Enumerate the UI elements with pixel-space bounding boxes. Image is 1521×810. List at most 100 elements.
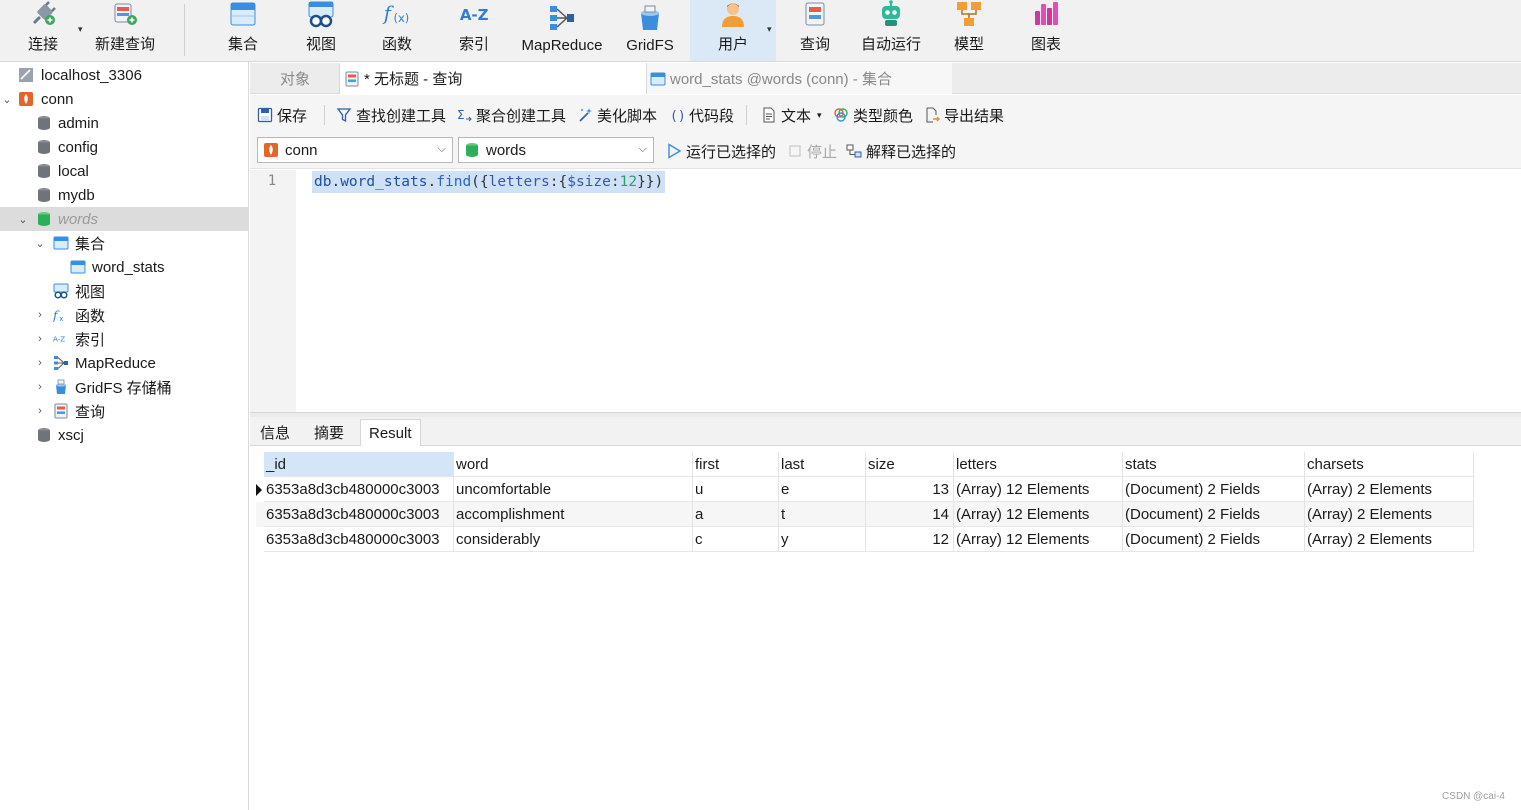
chevron-right-icon[interactable]: › <box>34 405 46 417</box>
column-header-word[interactable]: word <box>454 452 693 477</box>
tree-item-localhost-3306[interactable]: localhost_3306 <box>0 63 248 87</box>
index-button[interactable]: A-Z 索引 <box>451 0 497 61</box>
column-header-charsets[interactable]: charsets <box>1305 452 1474 477</box>
tree-item-word-stats[interactable]: word_stats <box>0 255 248 279</box>
cell-id[interactable]: 6353a8d3cb480000c3003 <box>264 502 454 527</box>
code-line-selected[interactable]: db.word_stats.find({letters:{$size:12}}) <box>312 171 666 193</box>
run-selected-button[interactable]: 运行已选择的 <box>666 140 776 162</box>
cell-word[interactable]: accomplishment <box>454 502 693 527</box>
cell-letters[interactable]: (Array) 12 Elements <box>954 502 1123 527</box>
column-header-last[interactable]: last <box>779 452 866 477</box>
cell-first[interactable]: a <box>693 502 779 527</box>
user-dropdown-icon[interactable]: ▾ <box>767 24 772 35</box>
text-view-button[interactable]: 文本 ▾ <box>761 104 822 126</box>
chevron-right-icon[interactable]: › <box>34 333 46 345</box>
chevron-right-icon[interactable]: › <box>34 381 46 393</box>
collection-button[interactable]: 集合 <box>220 0 266 61</box>
tree-item-mydb[interactable]: mydb <box>0 183 248 207</box>
query-editor[interactable]: 1 db.word_stats.find({letters:{$size:12}… <box>250 170 1521 412</box>
cell-first[interactable]: u <box>693 477 779 502</box>
connect-button[interactable]: 连接 <box>18 0 68 61</box>
cell-last[interactable]: t <box>779 502 866 527</box>
type-color-button[interactable]: 类型颜色 <box>833 104 913 126</box>
tree-item-admin[interactable]: admin <box>0 111 248 135</box>
chart-button[interactable]: 图表 <box>1023 0 1069 61</box>
tree-item-config[interactable]: config <box>0 135 248 159</box>
automation-button[interactable]: 自动运行 <box>858 0 924 61</box>
column-header-id[interactable]: _id <box>264 452 454 477</box>
tab-summary[interactable]: 摘要 <box>306 419 352 446</box>
tab-untitled-query[interactable]: * 无标题 - 查询 <box>339 63 647 94</box>
view-button[interactable]: 视图 <box>298 0 344 61</box>
tree-item-functions[interactable]: › fx 函数 <box>0 303 248 327</box>
tab-info[interactable]: 信息 <box>252 419 298 446</box>
cell-size[interactable]: 13 <box>866 477 954 502</box>
column-header-stats[interactable]: stats <box>1123 452 1305 477</box>
chevron-down-icon[interactable]: ⌄ <box>17 213 29 226</box>
connection-select[interactable]: conn ⌵ <box>257 137 453 163</box>
table-row[interactable]: 6353a8d3cb480000c3003 uncomfortable u e … <box>256 477 1474 502</box>
explain-selected-button[interactable]: 解释已选择的 <box>846 140 956 162</box>
tab-objects[interactable]: 对象 <box>250 63 340 94</box>
tree-item-xscj[interactable]: xscj <box>0 423 248 447</box>
tree-item-mapreduce[interactable]: › MapReduce <box>0 351 248 375</box>
cell-word[interactable]: uncomfortable <box>454 477 693 502</box>
cell-stats[interactable]: (Document) 2 Fields <box>1123 477 1305 502</box>
gridfs-label: GridFS <box>626 37 674 54</box>
function-button[interactable]: f (x) 函数 <box>374 0 420 61</box>
database-icon <box>36 187 52 203</box>
connect-dropdown-icon[interactable]: ▾ <box>78 24 83 35</box>
tree-item-conn[interactable]: ⌄ conn <box>0 87 248 111</box>
cell-id[interactable]: 6353a8d3cb480000c3003 <box>264 477 454 502</box>
tree-item-collections[interactable]: ⌄ 集合 <box>0 231 248 255</box>
tree-item-indexes[interactable]: › A-Z 索引 <box>0 327 248 351</box>
tree-item-words[interactable]: ⌄ words <box>0 207 248 231</box>
new-query-button[interactable]: 新建查询 <box>92 0 158 61</box>
aggregate-builder-button[interactable]: Σ 聚合创建工具 <box>456 104 566 126</box>
query-button[interactable]: 查询 <box>792 0 838 61</box>
chevron-right-icon[interactable]: › <box>34 309 46 321</box>
column-header-letters[interactable]: letters <box>954 452 1123 477</box>
table-row[interactable]: 6353a8d3cb480000c3003 accomplishment a t… <box>256 502 1474 527</box>
chevron-down-icon[interactable]: ⌄ <box>34 237 46 250</box>
beautify-button[interactable]: 美化脚本 <box>577 104 657 126</box>
export-results-button[interactable]: 导出结果 <box>924 104 1004 126</box>
stop-button[interactable]: 停止 <box>787 140 837 162</box>
cell-word[interactable]: considerably <box>454 527 693 552</box>
tab-word-stats-collection[interactable]: word_stats @words (conn) - 集合 <box>647 63 952 94</box>
cell-charsets[interactable]: (Array) 2 Elements <box>1305 527 1474 552</box>
chevron-down-icon[interactable]: ⌄ <box>1 93 13 106</box>
snippet-button[interactable]: () 代码段 <box>669 104 734 126</box>
column-header-size[interactable]: size <box>866 452 954 477</box>
cell-last[interactable]: e <box>779 477 866 502</box>
cell-letters[interactable]: (Array) 12 Elements <box>954 527 1123 552</box>
tree-item-local[interactable]: local <box>0 159 248 183</box>
text-dropdown-icon[interactable]: ▾ <box>817 110 822 121</box>
cell-charsets[interactable]: (Array) 2 Elements <box>1305 477 1474 502</box>
save-button[interactable]: 保存 <box>257 104 307 126</box>
cell-letters[interactable]: (Array) 12 Elements <box>954 477 1123 502</box>
column-header-first[interactable]: first <box>693 452 779 477</box>
mapreduce-button[interactable]: MapReduce <box>516 0 608 61</box>
tree-item-views[interactable]: 视图 <box>0 279 248 303</box>
database-select[interactable]: words ⌵ <box>458 137 654 163</box>
cell-size[interactable]: 12 <box>866 527 954 552</box>
tree-item-queries[interactable]: › 查询 <box>0 399 248 423</box>
cell-last[interactable]: y <box>779 527 866 552</box>
table-row[interactable]: 6353a8d3cb480000c3003 considerably c y 1… <box>256 527 1474 552</box>
cell-id[interactable]: 6353a8d3cb480000c3003 <box>264 527 454 552</box>
tab-result[interactable]: Result <box>360 419 421 446</box>
chevron-right-icon[interactable]: › <box>34 357 46 369</box>
tree-item-gridfs[interactable]: › GridFS 存储桶 <box>0 375 248 399</box>
tree-label: words <box>58 210 99 228</box>
cell-stats[interactable]: (Document) 2 Fields <box>1123 527 1305 552</box>
model-button[interactable]: 模型 <box>946 0 992 61</box>
query-label: 查询 <box>799 36 830 53</box>
find-builder-button[interactable]: 查找创建工具 <box>336 104 446 126</box>
cell-first[interactable]: c <box>693 527 779 552</box>
cell-size[interactable]: 14 <box>866 502 954 527</box>
cell-stats[interactable]: (Document) 2 Fields <box>1123 502 1305 527</box>
gridfs-button[interactable]: GridFS <box>624 0 676 61</box>
cell-charsets[interactable]: (Array) 2 Elements <box>1305 502 1474 527</box>
user-button[interactable]: 用户 <box>690 0 776 61</box>
